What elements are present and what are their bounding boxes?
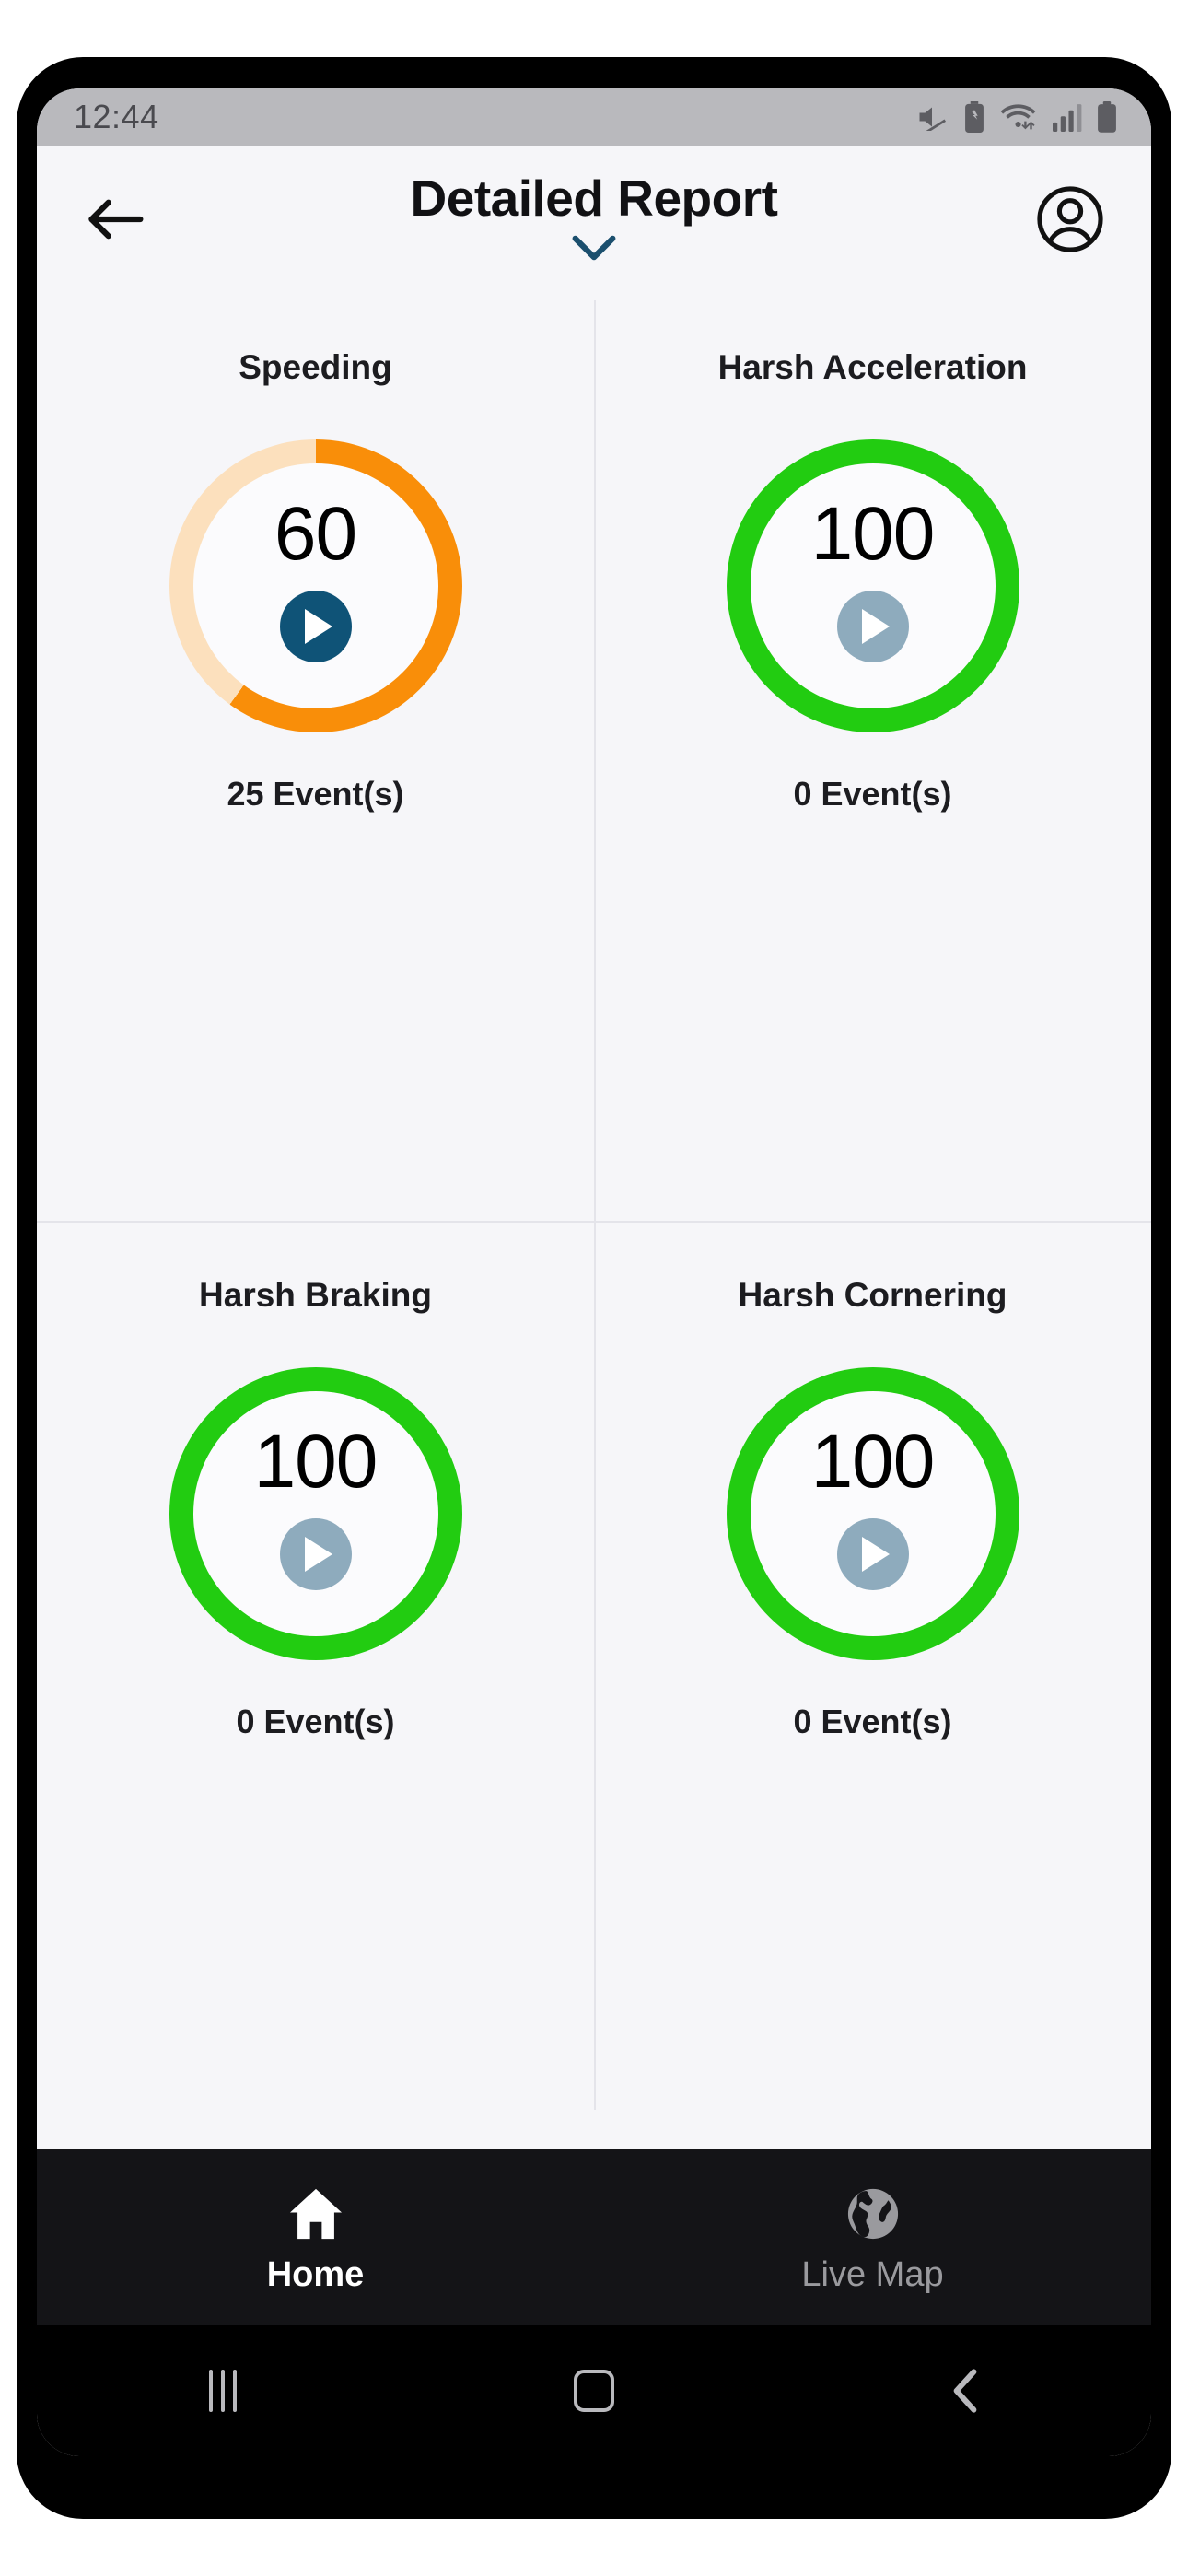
home-icon xyxy=(287,2187,344,2241)
account-button[interactable] xyxy=(1028,177,1112,262)
gauge-score: 100 xyxy=(810,1419,936,1504)
expand-report-button[interactable] xyxy=(572,235,616,261)
play-button[interactable] xyxy=(836,1517,909,1590)
back-arrow-icon xyxy=(87,197,144,241)
gauge-score: 100 xyxy=(810,491,936,576)
status-bar: 12:44 xyxy=(37,88,1151,146)
metric-card-speeding[interactable]: Speeding 60 25 Event(s) xyxy=(37,293,594,1221)
system-back-button[interactable] xyxy=(780,2368,1151,2414)
bottom-navigation: Home Live Map xyxy=(37,2149,1151,2325)
play-icon xyxy=(305,1536,332,1572)
gauge-center: 100 xyxy=(192,1390,438,1636)
cellular-signal-icon xyxy=(1053,102,1082,132)
gauge-speeding: 60 xyxy=(169,439,462,732)
status-clock: 12:44 xyxy=(74,98,159,135)
system-home-button[interactable] xyxy=(408,2370,779,2412)
status-icon-group xyxy=(915,101,1118,133)
metric-event-count: 25 Event(s) xyxy=(227,774,404,813)
metric-event-count: 0 Event(s) xyxy=(236,1702,395,1740)
metric-title: Harsh Cornering xyxy=(738,1276,1007,1314)
metric-title: Harsh Braking xyxy=(199,1276,432,1314)
metric-event-count: 0 Event(s) xyxy=(793,1702,952,1740)
gauge-center: 100 xyxy=(750,463,996,708)
gauge-harsh-braking: 100 xyxy=(169,1366,462,1660)
metric-title: Speeding xyxy=(239,348,392,386)
metric-event-count: 0 Event(s) xyxy=(793,774,952,813)
page-title: Detailed Report xyxy=(410,169,778,227)
back-button[interactable] xyxy=(76,180,155,259)
battery-saver-icon xyxy=(962,101,986,133)
mute-icon xyxy=(915,103,949,131)
phone-frame: 12:44 Detailed Report Speeding 60 25 Eve… xyxy=(17,57,1171,2519)
play-icon xyxy=(305,608,332,644)
back-chevron-icon xyxy=(951,2368,979,2414)
app-header: Detailed Report xyxy=(37,146,1151,293)
wifi-icon xyxy=(1000,102,1039,132)
metric-card-harsh-braking[interactable]: Harsh Braking 100 0 Event(s) xyxy=(37,1221,594,2149)
metric-grid: Speeding 60 25 Event(s) Harsh Accelerati… xyxy=(37,293,1151,2149)
play-button[interactable] xyxy=(279,1517,352,1590)
gauge-center: 100 xyxy=(750,1390,996,1636)
play-icon xyxy=(862,608,890,644)
metric-card-harsh-cornering[interactable]: Harsh Cornering 100 0 Event(s) xyxy=(594,1221,1151,2149)
battery-icon xyxy=(1096,101,1118,133)
metric-card-harsh-acceleration[interactable]: Harsh Acceleration 100 0 Event(s) xyxy=(594,293,1151,1221)
nav-item-home[interactable]: Home xyxy=(37,2149,594,2325)
account-circle-icon xyxy=(1035,184,1105,254)
gauge-harsh-acceleration: 100 xyxy=(726,439,1019,732)
chevron-down-icon xyxy=(572,235,616,261)
gauge-score: 60 xyxy=(274,491,357,576)
play-button[interactable] xyxy=(836,590,909,662)
android-system-bar xyxy=(37,2325,1151,2456)
nav-item-label: Home xyxy=(266,2254,365,2294)
header-title-block: Detailed Report xyxy=(37,146,1151,293)
globe-icon xyxy=(846,2187,900,2241)
gauge-harsh-cornering: 100 xyxy=(726,1366,1019,1660)
play-icon xyxy=(862,1536,890,1572)
phone-screen: 12:44 Detailed Report Speeding 60 25 Eve… xyxy=(37,88,1151,2456)
gauge-score: 100 xyxy=(253,1419,379,1504)
system-recents-button[interactable] xyxy=(37,2370,408,2412)
play-button[interactable] xyxy=(279,590,352,662)
nav-item-label: Live Map xyxy=(801,2254,944,2294)
recents-icon xyxy=(208,2370,237,2412)
nav-item-live-map[interactable]: Live Map xyxy=(594,2149,1151,2325)
metric-title: Harsh Acceleration xyxy=(717,348,1028,386)
home-square-icon xyxy=(573,2370,614,2412)
gauge-center: 60 xyxy=(192,463,438,708)
